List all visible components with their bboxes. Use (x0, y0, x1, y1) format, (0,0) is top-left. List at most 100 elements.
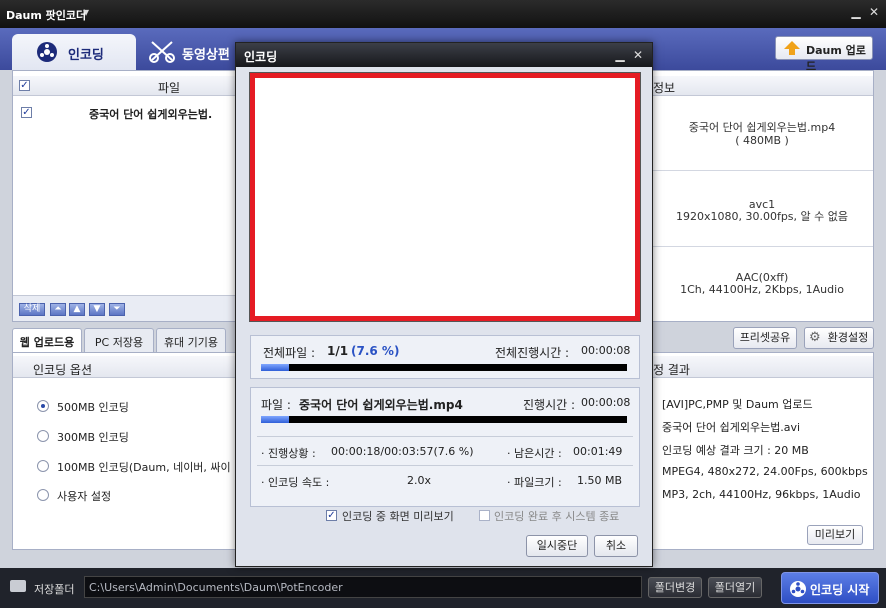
save-folder-path-input[interactable] (84, 576, 642, 598)
tab-video-label: 동영상편 (182, 48, 230, 63)
radio-100mb[interactable] (37, 460, 49, 472)
settings-label: 환경설정 (827, 331, 869, 344)
total-time-label: 전체진행시간 : (495, 346, 570, 360)
speed-value: 2.0x (407, 474, 432, 487)
option-custom-label: 사용자 설정 (57, 490, 112, 503)
cancel-button[interactable]: 취소 (594, 535, 638, 557)
select-all-checkbox[interactable]: ✓ (19, 80, 30, 91)
dialog-close-icon[interactable]: ✕ (632, 48, 644, 62)
settings-button[interactable]: ⚙ 환경설정 (804, 327, 874, 349)
file-progress-bar (261, 416, 627, 423)
preview-while-encoding-label: 인코딩 중 화면 미리보기 (342, 510, 454, 523)
result-line: MPEG4, 480x272, 24.00Fps, 600kbps (662, 465, 868, 478)
preset-share-button[interactable]: 프리셋공유 (733, 327, 797, 349)
file-info-panel: 정보 중국어 단어 쉽게외우는법.mp4 ( 480MB ) avc1 1920… (650, 70, 874, 322)
tab-web-upload[interactable]: 웹 업로드용 (12, 328, 82, 352)
speed-label: · 인코딩 속도 : (261, 476, 330, 489)
delete-button[interactable]: 삭제 (19, 303, 45, 316)
radio-custom[interactable] (37, 489, 49, 501)
result-line: 중국어 단어 쉽게외우는법.avi (662, 421, 801, 434)
file-info-header-label: 정보 (653, 81, 676, 95)
start-encoding-label: 인코딩 시작 (810, 583, 870, 597)
total-progress-box: 전체파일 : 1/1 (7.6 %) 전체진행시간 : 00:00:08 (250, 335, 640, 379)
file-size-label: · 파일크기 : (507, 476, 562, 489)
folder-icon (10, 580, 26, 592)
move-up-icon[interactable]: ▲ (69, 303, 85, 316)
daum-upload-button[interactable]: Daum 업로드 (775, 36, 873, 73)
result-line: [AVI]PC,PMP 및 Daum 업로드 (662, 398, 813, 411)
dialog-minimize-icon[interactable]: ▁ (614, 48, 626, 62)
total-percent: (7.6 %) (351, 344, 400, 358)
file-label: 파일 : (261, 398, 291, 412)
total-progress-bar (261, 364, 627, 371)
pause-button[interactable]: 일시중단 (526, 535, 588, 557)
info-divider (651, 170, 873, 171)
file-progress-fill (261, 416, 289, 423)
close-icon[interactable]: ✕ (868, 6, 880, 18)
move-down-icon[interactable]: ▼ (89, 303, 105, 316)
dialog-title: 인코딩 (244, 50, 278, 64)
result-header: 정 결과 (651, 356, 873, 378)
save-folder-label: 저장폴더 (34, 583, 75, 596)
file-row-checkbox[interactable]: ✓ (21, 107, 32, 118)
info-audio-line2: 1Ch, 44100Hz, 2Kbps, 1Audio (680, 283, 844, 296)
file-list-panel: ✓ 파일 ✓ 중국어 단어 쉽게외우는법. 삭제 ⏶ ▲ ▼ ⏷ (12, 70, 238, 322)
move-bottom-icon[interactable]: ⏷ (109, 303, 125, 316)
tab-encoding[interactable]: 인코딩 (12, 34, 136, 70)
upload-arrow-icon (784, 41, 800, 55)
tab-pc-save[interactable]: PC 저장용 (84, 328, 154, 352)
status-value: 00:00:18/00:03:57(7.6 %) (331, 445, 474, 458)
radio-500mb[interactable] (37, 400, 49, 412)
tab-encoding-label: 인코딩 (68, 48, 104, 63)
encoding-options-header: 인코딩 옵션 (13, 356, 237, 378)
film-reel-icon (790, 581, 806, 597)
separator (257, 436, 633, 437)
tab-mobile[interactable]: 휴대 기기용 (156, 328, 226, 352)
tab-video-edit[interactable]: 동영상편 (144, 34, 244, 70)
file-time-value: 00:00:08 (581, 396, 631, 409)
result-line: MP3, 2ch, 44100Hz, 96kbps, 1Audio (662, 488, 861, 501)
app-menu-chevron-icon[interactable]: ▾ (80, 6, 92, 18)
result-line: 인코딩 예상 결과 크기 : 20 MB (662, 444, 809, 457)
preview-while-encoding-checkbox[interactable]: ✓ (326, 510, 337, 521)
radio-300mb[interactable] (37, 430, 49, 442)
file-time-label: 진행시간 : (523, 398, 576, 412)
file-info-header: 정보 (651, 76, 873, 96)
remain-time-label: · 남은시간 : (507, 447, 562, 460)
file-progress-box: 파일 : 중국어 단어 쉽게외우는법.mp4 진행시간 : 00:00:08 ·… (250, 387, 640, 507)
start-encoding-button[interactable]: 인코딩 시작 (781, 572, 879, 604)
change-folder-button[interactable]: 폴더변경 (648, 577, 702, 598)
shutdown-after-checkbox[interactable] (479, 510, 490, 521)
list-toolbar: 삭제 ⏶ ▲ ▼ ⏷ (13, 295, 237, 321)
encoding-options-panel: 인코딩 옵션 500MB 인코딩 300MB 인코딩 100MB 인코딩(Dau… (12, 352, 238, 550)
status-label: · 진행상황 : (261, 447, 316, 460)
total-file-value: 1/1 (327, 344, 349, 358)
info-file-line1: 중국어 단어 쉽게외우는법.mp4 (688, 121, 836, 134)
app-title: Daum 팟인코더 (6, 9, 87, 22)
open-folder-button[interactable]: 폴더열기 (708, 577, 762, 598)
file-value: 중국어 단어 쉽게외우는법.mp4 (299, 398, 463, 412)
minimize-icon[interactable]: ▁ (850, 6, 862, 18)
info-video-line2: 1920x1080, 30.00fps, 알 수 없음 (675, 210, 849, 223)
shutdown-after-label: 인코딩 완료 후 시스템 종료 (494, 510, 620, 523)
info-file-line2: ( 480MB ) (735, 134, 789, 147)
total-file-label: 전체파일 : (263, 346, 316, 360)
info-divider (651, 246, 873, 247)
film-reel-icon (37, 42, 57, 62)
app-titlebar: Daum 팟인코더 ▾ ▁ ✕ (0, 0, 886, 28)
option-500mb-label: 500MB 인코딩 (57, 401, 129, 414)
file-list-header: ✓ 파일 (13, 76, 237, 96)
result-header-label: 정 결과 (653, 363, 690, 377)
preset-tabs: 웹 업로드용 PC 저장용 휴대 기기용 (12, 326, 238, 352)
file-column-label: 파일 (158, 81, 181, 95)
total-time-value: 00:00:08 (581, 344, 631, 357)
file-size-value: 1.50 MB (577, 474, 623, 487)
remain-time-value: 00:01:49 (573, 445, 623, 458)
scissors-icon (149, 41, 175, 63)
encoding-progress-dialog: 인코딩 ▁ ✕ 전체파일 : 1/1 (7.6 %) 전체진행시간 : 00:0… (235, 42, 653, 567)
dialog-titlebar: 인코딩 ▁ ✕ (236, 43, 652, 67)
separator (257, 465, 633, 466)
move-top-icon[interactable]: ⏶ (50, 303, 66, 316)
encoding-result-panel: 정 결과 [AVI]PC,PMP 및 Daum 업로드 중국어 단어 쉽게외우는… (650, 352, 874, 550)
preview-button[interactable]: 미리보기 (807, 525, 863, 545)
